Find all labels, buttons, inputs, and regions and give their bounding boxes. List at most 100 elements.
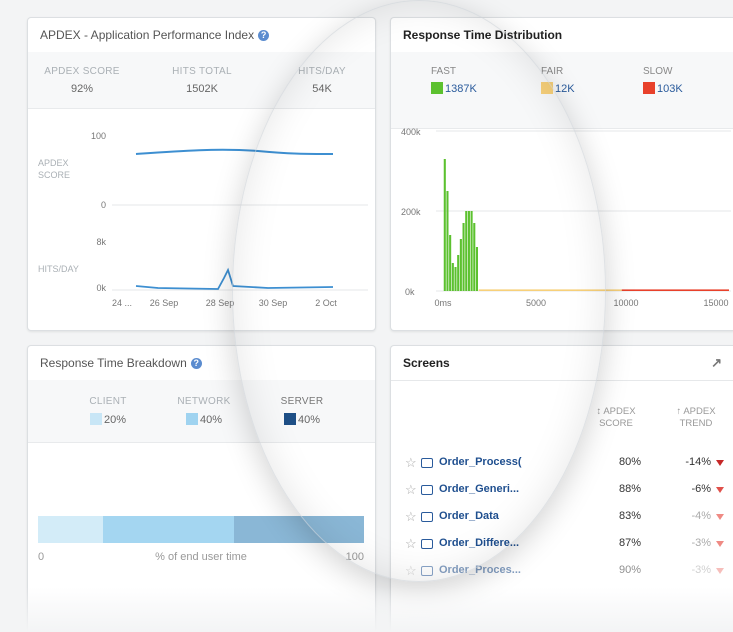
screen-score: 88% [618, 483, 641, 495]
fast-bar [462, 223, 465, 291]
fair-bar [478, 289, 622, 291]
hits-tick-0k: 0k [96, 283, 106, 293]
stat-hits-day: HITS/DAY 54K [276, 66, 368, 95]
x-tick-15000: 15000 [703, 298, 728, 308]
fast-bar [473, 223, 476, 291]
breakdown-title-bar: Response Time Breakdown? [28, 346, 375, 381]
breakdown-value: 40% [199, 414, 223, 426]
apdex-chart: 100 0 APDEX SCORE 8k 0k HITS/DAY 24 ... … [38, 131, 368, 308]
breakdown-label: NETWORK [177, 396, 231, 407]
screen-name[interactable]: Order_Differe... [439, 537, 519, 549]
x-tick: 24 ... [112, 298, 132, 308]
screen-score: 87% [618, 537, 641, 549]
screen-row[interactable]: ☆ Order_Generi... 88% -6% [391, 477, 733, 504]
stat-value: 54K [312, 83, 332, 95]
swatch-client [89, 413, 102, 425]
score-axis-label: APDEX [38, 158, 69, 168]
apdex-title-bar: APDEX - Application Performance Index? [28, 18, 375, 53]
breakdown-segment [103, 516, 234, 543]
rtd-title: Response Time Distribution [391, 18, 733, 53]
breakdown-stats: CLIENT 20% NETWORK 40% SERVER 40% [28, 380, 375, 443]
hits-tick-8k: 8k [96, 237, 106, 247]
breakdown-segment [233, 516, 365, 543]
legend-value: 12K [555, 83, 575, 95]
breakdown-network: NETWORK 40% [164, 396, 244, 426]
axis-label: % of end user time [155, 551, 247, 563]
y-tick-400k: 400k [401, 128, 421, 137]
screen-row[interactable]: ☆ Order_Process( 80% -14% [391, 450, 733, 477]
trend-down-icon [716, 460, 724, 466]
breakdown-label: SERVER [280, 396, 324, 407]
screen-icon [421, 539, 433, 549]
x-tick: 28 Sep [206, 298, 235, 308]
trend-down-icon [716, 541, 724, 547]
axis-max: 100 [345, 551, 364, 563]
legend-label: FAIR [541, 66, 564, 77]
screen-name[interactable]: Order_Generi... [439, 483, 519, 495]
stat-value: 1502K [186, 83, 218, 95]
col-apdex-trend[interactable]: ↑ APDEX TREND [661, 406, 731, 430]
screen-trend: -3% [691, 564, 711, 576]
apdex-panel: APDEX - Application Performance Index? A… [27, 17, 376, 331]
hits-day-line [135, 267, 334, 290]
help-icon[interactable]: ? [190, 358, 202, 370]
swatch-slow [643, 82, 655, 94]
rtd-panel: Response Time Distribution FAST 1387K FA… [390, 17, 733, 331]
expand-icon[interactable]: ↗ [711, 346, 722, 380]
breakdown-server: SERVER 40% [262, 396, 342, 426]
rtd-legend: FAST 1387K FAIR 12K SLOW 103K [391, 52, 733, 129]
hits-axis-label: HITS/DAY [38, 264, 79, 274]
fast-bar [443, 159, 446, 291]
fast-bar [467, 211, 470, 291]
stat-label: HITS TOTAL [172, 66, 232, 77]
screen-icon [421, 458, 433, 468]
fast-bar [459, 239, 462, 291]
star-icon[interactable]: ☆ [405, 536, 417, 552]
screen-row[interactable]: ☆ Order_Data 83% -4% [391, 504, 733, 531]
fast-bar [446, 191, 449, 291]
screens-panel: Screens ↗ ↕ APDEX SCORE ↑ APDEX TREND ☆ … [390, 345, 733, 631]
swatch-fast [431, 82, 443, 94]
screen-icon [421, 512, 433, 522]
screen-row[interactable]: ☆ Order_Proces... 90% -3% [391, 558, 733, 585]
trend-down-icon [716, 568, 724, 574]
legend-label: SLOW [643, 66, 673, 77]
rtd-chart: 400k 200k 0k 0ms 5000 10000 15000 [401, 128, 731, 308]
legend-value: 1387K [445, 83, 477, 95]
screen-trend: -4% [691, 510, 711, 522]
screen-name[interactable]: Order_Data [439, 510, 499, 522]
fast-bar [451, 263, 454, 291]
legend-label: FAST [431, 66, 457, 77]
y-tick-0k: 0k [405, 287, 415, 297]
trend-down-icon [716, 514, 724, 520]
screen-icon [421, 485, 433, 495]
star-icon[interactable]: ☆ [405, 509, 417, 525]
x-tick: 30 Sep [259, 298, 288, 308]
stat-label: APDEX SCORE [44, 66, 120, 77]
star-icon[interactable]: ☆ [405, 563, 417, 579]
fast-bar [449, 235, 452, 291]
breakdown-value: 20% [103, 414, 127, 426]
legend-fair: FAIR 12K [541, 66, 575, 95]
fast-bar [475, 247, 479, 291]
screen-name[interactable]: Order_Proces... [439, 564, 521, 576]
x-tick: 26 Sep [150, 298, 179, 308]
screen-name[interactable]: Order_Process( [439, 456, 522, 468]
breakdown-panel: Response Time Breakdown? CLIENT 20% NETW… [27, 345, 376, 631]
legend-slow: SLOW 103K [643, 66, 683, 95]
y-tick-200k: 200k [401, 207, 421, 217]
screen-score: 83% [618, 510, 641, 522]
swatch-network [185, 413, 198, 425]
star-icon[interactable]: ☆ [405, 455, 417, 471]
breakdown-title: Response Time Breakdown [40, 356, 187, 370]
help-icon[interactable]: ? [258, 30, 270, 42]
breakdown-stacked-bar [38, 516, 365, 543]
screen-row[interactable]: ☆ Order_Differe... 87% -3% [391, 531, 733, 558]
star-icon[interactable]: ☆ [405, 482, 417, 498]
screen-trend: -3% [691, 537, 711, 549]
stat-apdex-score: APDEX SCORE 92% [36, 66, 128, 95]
screen-score: 90% [618, 564, 641, 576]
x-tick-10000: 10000 [613, 298, 638, 308]
swatch-server [283, 413, 296, 425]
col-apdex-score[interactable]: ↕ APDEX SCORE [581, 406, 651, 430]
